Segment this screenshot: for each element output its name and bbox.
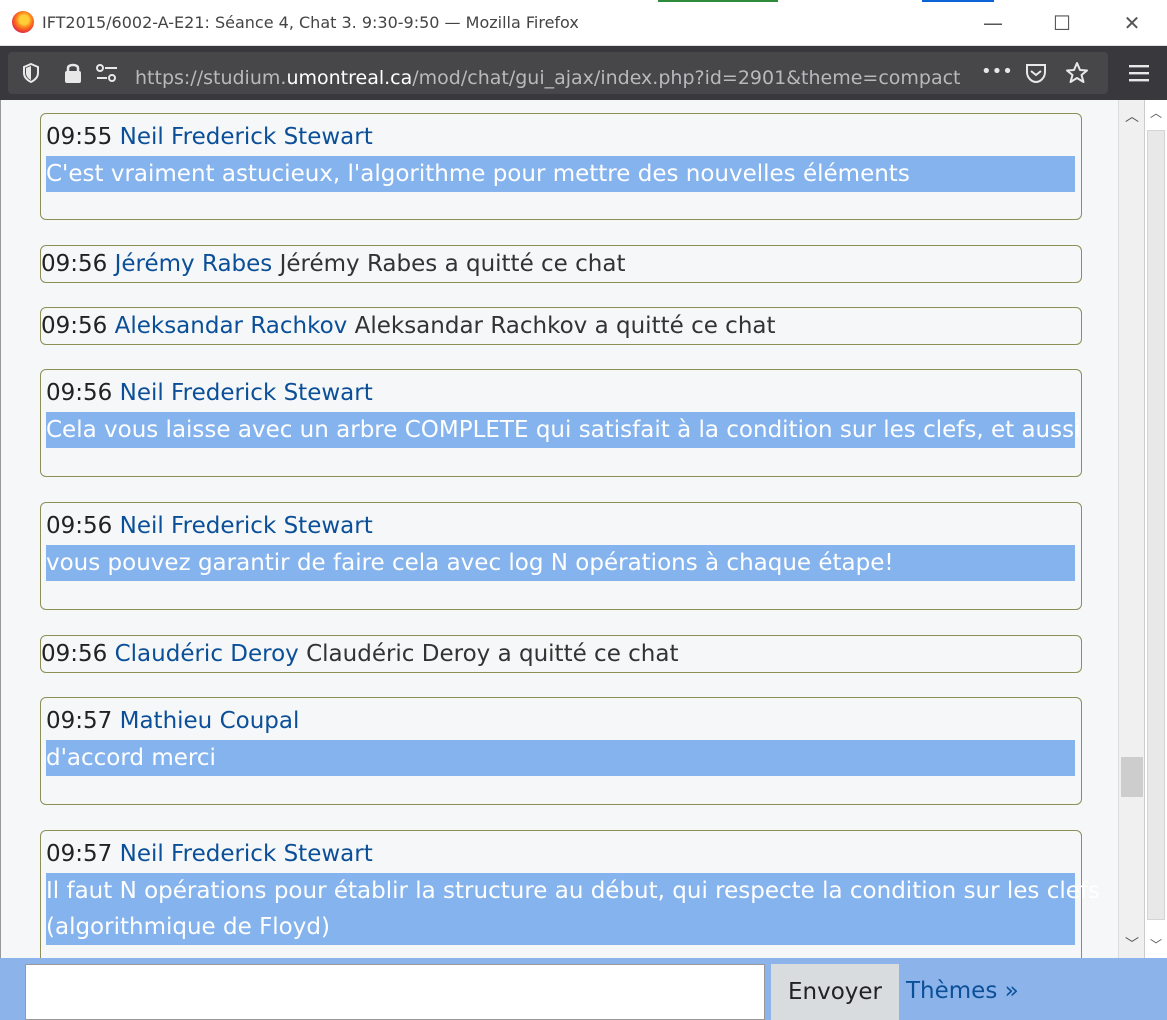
- message-text: vous pouvez garantir de faire cela avec …: [46, 545, 1075, 581]
- scroll-up-arrow-icon[interactable]: ︿: [1125, 106, 1139, 126]
- permissions-icon[interactable]: [95, 63, 119, 83]
- themes-link[interactable]: Thèmes »: [906, 978, 1019, 1004]
- send-button[interactable]: Envoyer: [771, 964, 899, 1020]
- message-time: 09:56: [46, 513, 113, 539]
- bookmark-star-icon[interactable]: [1065, 61, 1089, 85]
- chat-scrollbar[interactable]: ︿ ﹀: [1118, 100, 1144, 958]
- message-user-link[interactable]: Jérémy Rabes: [115, 251, 273, 277]
- message-user-link[interactable]: Aleksandar Rachkov: [115, 313, 348, 339]
- message-header: 09:56 Claudéric Deroy Claudéric Deroy a …: [41, 641, 679, 667]
- window-titlebar: IFT2015/6002-A-E21: Séance 4, Chat 3. 9:…: [0, 0, 1167, 46]
- pocket-icon[interactable]: [1025, 62, 1047, 84]
- message-time: 09:57: [46, 708, 113, 734]
- scroll-down-arrow-icon[interactable]: ﹀: [1125, 934, 1139, 954]
- url-prefix: https://studium.: [135, 67, 287, 89]
- message-user-link[interactable]: Neil Frederick Stewart: [120, 513, 373, 539]
- message-text: Il faut N opérations pour établir la str…: [46, 873, 1100, 945]
- system-message: 09:56 Jérémy Rabes Jérémy Rabes a quitté…: [40, 245, 1082, 283]
- tab-accent-blue: [922, 0, 994, 2]
- lock-icon[interactable]: [63, 62, 83, 84]
- message-header: 09:57 Neil Frederick Stewart: [46, 841, 373, 867]
- message-time: 09:56: [41, 641, 108, 667]
- url-bar[interactable]: https://studium.umontreal.ca/mod/chat/gu…: [8, 52, 1108, 94]
- url-text[interactable]: https://studium.umontreal.ca/mod/chat/gu…: [135, 67, 961, 89]
- chat-message: 09:56 Neil Frederick Stewart vous pouvez…: [40, 502, 1082, 610]
- message-time: 09:56: [41, 251, 108, 277]
- message-text-line: (algorithmique de Floyd): [46, 914, 330, 940]
- message-time: 09:56: [46, 380, 113, 406]
- maximize-button[interactable]: ☐: [1044, 8, 1080, 38]
- message-time: 09:57: [46, 841, 113, 867]
- page-scroll-down-arrow-icon[interactable]: ﹀: [1150, 936, 1162, 953]
- system-message-text: Jérémy Rabes a quitté ce chat: [279, 251, 626, 277]
- message-header: 09:56 Jérémy Rabes Jérémy Rabes a quitté…: [41, 251, 625, 277]
- message-user-link[interactable]: Neil Frederick Stewart: [120, 841, 373, 867]
- message-header: 09:56 Neil Frederick Stewart: [46, 513, 373, 539]
- page-scrollbar[interactable]: ︿ ﹀: [1144, 100, 1167, 958]
- message-text: C'est vraiment astucieux, l'algorithme p…: [46, 156, 1075, 192]
- chat-message: 09:55 Neil Frederick Stewart C'est vraim…: [40, 113, 1082, 220]
- message-user-link[interactable]: Neil Frederick Stewart: [120, 380, 373, 406]
- message-user-link[interactable]: Mathieu Coupal: [120, 708, 300, 734]
- scrollbar-thumb[interactable]: [1121, 757, 1143, 797]
- chat-message: 09:56 Neil Frederick Stewart Cela vous l…: [40, 369, 1082, 477]
- send-bar: Envoyer Thèmes »: [0, 958, 1167, 1020]
- message-header: 09:55 Neil Frederick Stewart: [46, 124, 373, 150]
- close-button[interactable]: ✕: [1114, 8, 1150, 38]
- url-domain: umontreal.ca: [286, 67, 413, 89]
- message-input[interactable]: [25, 964, 765, 1020]
- message-header: 09:56 Aleksandar Rachkov Aleksandar Rach…: [41, 313, 776, 339]
- hamburger-menu-icon[interactable]: [1128, 62, 1150, 84]
- message-text-line: Il faut N opérations pour établir la str…: [46, 878, 1100, 904]
- system-message-text: Aleksandar Rachkov a quitté ce chat: [354, 313, 776, 339]
- message-time: 09:55: [46, 124, 113, 150]
- chat-message: 09:57 Mathieu Coupal d'accord merci: [40, 697, 1082, 805]
- tab-accent-green: [658, 0, 778, 2]
- message-user-link[interactable]: Claudéric Deroy: [115, 641, 299, 667]
- page-scroll-up-arrow-icon[interactable]: ︿: [1150, 104, 1162, 121]
- navigation-bar: https://studium.umontreal.ca/mod/chat/gu…: [0, 46, 1167, 100]
- message-header: 09:56 Neil Frederick Stewart: [46, 380, 373, 406]
- page-scrollbar-thumb[interactable]: [1147, 130, 1165, 920]
- page-actions-more-button[interactable]: •••: [981, 62, 1013, 82]
- chat-message: 09:57 Neil Frederick Stewart Il faut N o…: [40, 830, 1100, 958]
- url-path: /mod/chat/gui_ajax/index.php?id=2901&the…: [412, 67, 961, 89]
- chat-messages-area[interactable]: 09:55 Neil Frederick Stewart C'est vraim…: [0, 100, 1118, 958]
- message-time: 09:56: [41, 313, 108, 339]
- firefox-icon: [12, 11, 34, 33]
- system-message: 09:56 Aleksandar Rachkov Aleksandar Rach…: [40, 307, 1082, 345]
- system-message-text: Claudéric Deroy a quitté ce chat: [306, 641, 679, 667]
- tracking-shield-icon[interactable]: [21, 63, 41, 83]
- message-text: d'accord merci: [46, 740, 1075, 776]
- message-text: Cela vous laisse avec un arbre COMPLETE …: [46, 412, 1080, 448]
- minimize-button[interactable]: —: [975, 8, 1011, 38]
- window-title: IFT2015/6002-A-E21: Séance 4, Chat 3. 9:…: [42, 13, 579, 32]
- message-header: 09:57 Mathieu Coupal: [46, 708, 299, 734]
- message-user-link[interactable]: Neil Frederick Stewart: [120, 124, 373, 150]
- system-message: 09:56 Claudéric Deroy Claudéric Deroy a …: [40, 635, 1082, 673]
